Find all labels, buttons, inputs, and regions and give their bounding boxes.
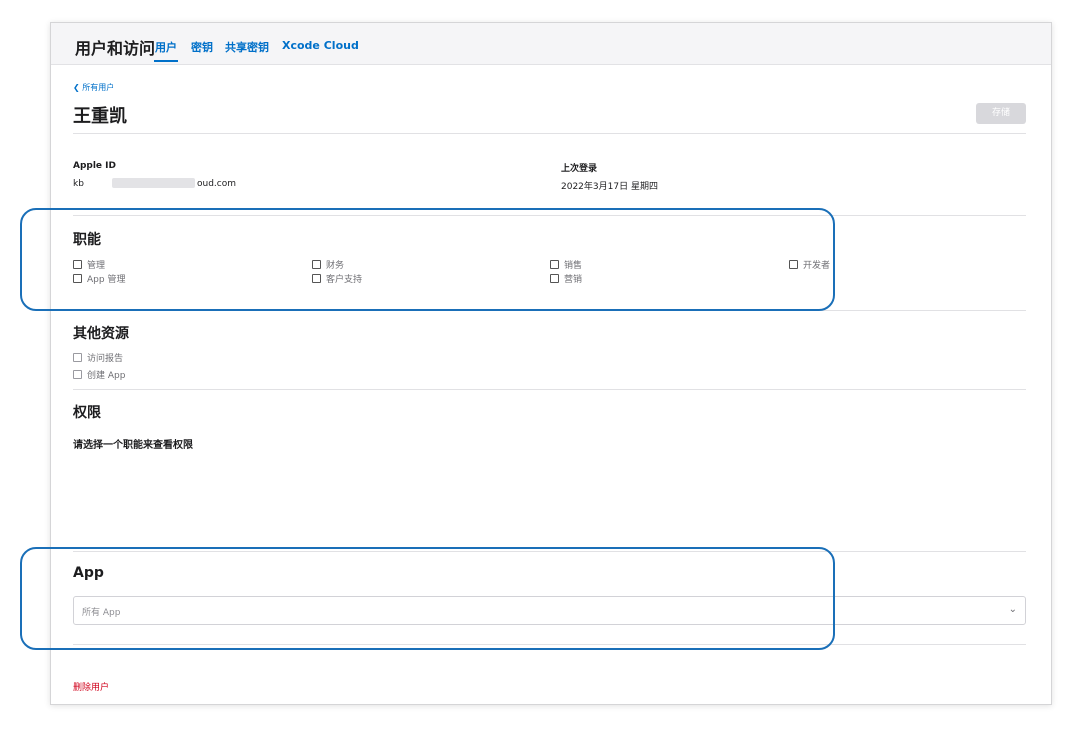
tab-shared-secret[interactable]: 共享密钥 — [225, 39, 269, 55]
last-login-label: 上次登录 — [561, 164, 598, 174]
active-tab-indicator — [154, 60, 178, 62]
tab-users[interactable]: 用户 — [155, 39, 177, 55]
divider — [73, 389, 1026, 390]
redaction-block — [112, 178, 195, 188]
page-title: 王重凯 — [73, 106, 127, 127]
permissions-title: 权限 — [73, 405, 101, 421]
highlight-callout-roles — [20, 208, 835, 311]
tab-keys[interactable]: 密钥 — [191, 39, 213, 55]
apple-id-label: Apple ID — [73, 161, 116, 171]
tab-xcode-cloud[interactable]: Xcode Cloud — [282, 39, 359, 52]
resource-checkbox-create-app[interactable]: 创建 App — [73, 368, 125, 381]
divider — [73, 133, 1026, 134]
permissions-hint: 请选择一个职能来查看权限 — [73, 440, 193, 451]
highlight-callout-apps — [20, 547, 835, 650]
save-button[interactable]: 存储 — [976, 103, 1026, 124]
apple-id-prefix: kb — [73, 179, 84, 189]
checkbox-icon[interactable] — [73, 353, 82, 362]
resource-checkbox-access-reports[interactable]: 访问报告 — [73, 351, 123, 364]
delete-user-link[interactable]: 删除用户 — [73, 680, 109, 693]
resource-label: 访问报告 — [87, 354, 124, 364]
app-title: 用户和访问 — [75, 39, 156, 58]
apple-id-suffix: oud.com — [197, 179, 237, 189]
back-to-all-users-link[interactable]: ❮ 所有用户 — [73, 82, 114, 93]
checkbox-icon[interactable] — [73, 370, 82, 379]
other-resources-title: 其他资源 — [73, 326, 129, 342]
top-bar: 用户和访问 用户 密钥 共享密钥 Xcode Cloud — [51, 23, 1051, 65]
resource-label: 创建 App — [87, 371, 126, 381]
last-login-value: 2022年3月17日 星期四 — [561, 182, 658, 192]
chevron-down-icon: ⌄ — [1008, 604, 1017, 615]
